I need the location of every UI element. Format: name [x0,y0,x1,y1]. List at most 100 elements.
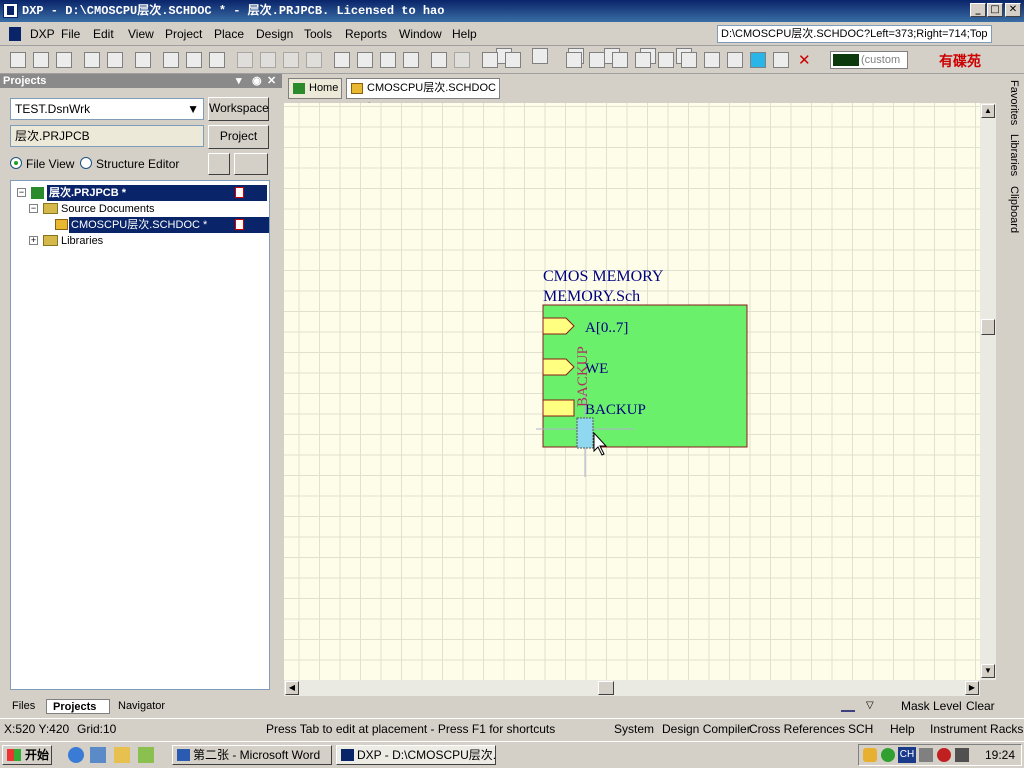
tray-icon[interactable] [863,748,877,762]
vertical-scrollbar[interactable]: ▲ ▼ [980,103,996,680]
color-selector[interactable]: (custom [830,51,908,69]
copy-icon[interactable] [260,52,276,68]
menu-file[interactable]: File [61,27,80,41]
place-part-icon[interactable] [704,52,720,68]
collapse-icon[interactable]: − [29,204,38,213]
ime-indicator[interactable]: CH [898,747,916,763]
schematic-canvas[interactable]: CMOS MEMORY MEMORY.Sch A[0..7] WE BACKUP… [284,103,980,680]
menu-design[interactable]: Design [256,27,293,41]
panel-design-compiler[interactable]: Design Compiler [662,722,751,736]
menu-dxp[interactable]: DXP [30,27,55,41]
collapse-icon[interactable]: − [17,188,26,197]
menu-reports[interactable]: Reports [345,27,387,41]
deselect-icon[interactable] [380,52,396,68]
workspace-select[interactable]: TEST.DsnWrk ▼ [10,98,204,120]
close-button[interactable]: ✕ [1005,3,1021,17]
speaker-icon[interactable] [955,748,969,762]
file-view-radio[interactable] [10,157,22,169]
menu-place[interactable]: Place [214,27,244,41]
place-net-label-icon[interactable] [635,52,651,68]
sheet-entry-backup[interactable] [542,399,575,417]
expand-icon[interactable]: + [29,236,38,245]
cross-probe-icon[interactable] [505,52,521,68]
pen-icon[interactable] [841,700,855,712]
document-path-field[interactable]: D:\CMOSCPU层次.SCHDOC?Left=373;Right=714;T… [717,25,992,43]
project-options-icon[interactable] [234,153,268,175]
panel-help[interactable]: Help [890,722,915,736]
clear-filter-icon[interactable] [403,52,419,68]
desktop-icon[interactable] [114,747,130,763]
rubber-stamp-icon[interactable] [306,52,322,68]
tab-schematic[interactable]: CMOSCPU层次.SCHDOC * [346,78,500,113]
paste-icon[interactable] [283,52,299,68]
select-area-icon[interactable] [334,52,350,68]
favorites-tab[interactable]: Favorites [1000,76,1020,128]
sheet-symbol-designator[interactable]: CMOS MEMORY [543,268,664,285]
keyboard-icon[interactable] [919,748,933,762]
horizontal-scroll-thumb[interactable] [598,681,614,695]
menu-project[interactable]: Project [165,27,202,41]
scroll-down-button[interactable]: ▼ [981,664,995,678]
filter-icon[interactable]: ▽ [866,700,892,712]
panel-cross-references[interactable]: Cross References [749,722,845,736]
floating-sheet-entry[interactable] [576,417,594,449]
quicklaunch-icon[interactable] [90,747,106,763]
dxp-menu-icon[interactable] [9,27,21,41]
cut-icon[interactable] [237,52,253,68]
menu-help[interactable]: Help [452,27,477,41]
tree-libraries[interactable]: + Libraries [15,233,269,249]
zoom-fit-icon[interactable] [163,52,179,68]
tab-navigator[interactable]: Navigator [118,699,165,714]
undo-icon[interactable] [431,52,447,68]
place-bus-icon[interactable] [589,52,605,68]
panel-close-icon[interactable]: ✕ [267,74,276,88]
menu-window[interactable]: Window [399,27,442,41]
tray-icon[interactable] [937,748,951,762]
place-port-icon[interactable] [773,52,789,68]
zoom-selected-icon[interactable] [209,52,225,68]
dxp-app-icon[interactable] [3,3,18,18]
chevron-down-icon[interactable]: ▼ [187,99,199,119]
task-word[interactable]: 第二张 - Microsoft Word [172,745,332,765]
place-wire-icon[interactable] [566,52,582,68]
libraries-tab[interactable]: Libraries [1000,130,1020,180]
tree-project[interactable]: − 层次.PRJPCB * [15,185,269,201]
scroll-right-button[interactable]: ▶ [965,681,979,695]
compile-icon[interactable] [208,153,230,175]
open-device-sheet-icon[interactable] [135,52,151,68]
tray-icon[interactable] [881,748,895,762]
print-icon[interactable] [84,52,100,68]
vertical-scroll-thumb[interactable] [981,319,995,335]
tree-source-documents[interactable]: − Source Documents [15,201,269,217]
quicklaunch-icon[interactable] [138,747,154,763]
place-sheet-symbol-icon[interactable] [727,52,743,68]
sheet-symbol-filename[interactable]: MEMORY.Sch [543,288,640,305]
scroll-up-button[interactable]: ▲ [981,104,995,118]
save-icon[interactable] [56,52,72,68]
panel-system[interactable]: System [614,722,654,736]
tree-document[interactable]: CMOSCPU层次.SCHDOC * [15,217,269,233]
no-erc-icon[interactable]: ✕ [798,51,811,69]
project-field[interactable]: 层次.PRJPCB [10,125,204,147]
menu-tools[interactable]: Tools [304,27,332,41]
scroll-left-button[interactable]: ◀ [285,681,299,695]
workspace-button[interactable]: Workspace [208,97,269,121]
task-dxp[interactable]: DXP - D:\CMOSCPU层次.... [336,745,496,765]
project-button[interactable]: Project [208,125,269,149]
print-preview-icon[interactable] [107,52,123,68]
tab-files[interactable]: Files [12,699,35,714]
new-icon[interactable] [10,52,26,68]
panel-menu-icon[interactable]: ▾ [236,74,242,88]
maximize-button[interactable]: □ [987,3,1003,17]
menu-edit[interactable]: Edit [93,27,114,41]
pin-icon[interactable]: ◉ [252,74,262,88]
place-bus-entry-icon[interactable] [612,52,628,68]
panel-instrument-racks[interactable]: Instrument Racks [930,722,1023,736]
minimize-button[interactable]: _ [970,3,986,17]
move-icon[interactable] [357,52,373,68]
horizontal-scrollbar[interactable]: ◀ ▶ [284,680,980,696]
place-sheet-entry-icon[interactable] [750,52,766,68]
clear-button[interactable]: Clear [966,699,995,713]
vcc-port-icon[interactable] [681,52,697,68]
clipboard-tab[interactable]: Clipboard [1000,182,1020,234]
